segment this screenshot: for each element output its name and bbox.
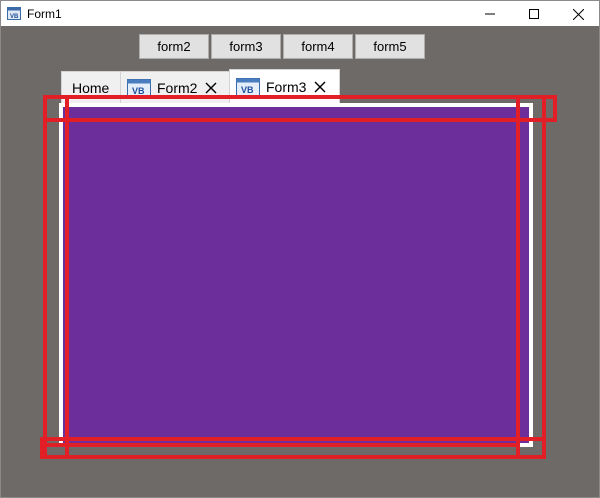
vb-form-icon: VB [7, 7, 21, 20]
form5-button[interactable]: form5 [355, 34, 425, 59]
vb-icon: VB [236, 78, 260, 96]
tab-label: Form2 [157, 80, 198, 96]
maximize-icon [529, 9, 539, 19]
tab-label: Form3 [266, 79, 307, 95]
form3-button[interactable]: form3 [211, 34, 281, 59]
minimize-icon [485, 13, 495, 15]
form2-button[interactable]: form2 [139, 34, 209, 59]
close-icon[interactable] [205, 82, 217, 94]
window-title: Form1 [27, 7, 62, 21]
form4-button[interactable]: form4 [283, 34, 353, 59]
svg-text:VB: VB [10, 14, 19, 20]
title-bar: VB Form1 [0, 0, 600, 26]
annotation-box [516, 95, 546, 459]
maximize-button[interactable] [511, 1, 557, 27]
close-icon[interactable] [314, 81, 326, 93]
annotation-box [43, 95, 520, 447]
minimize-button[interactable] [467, 1, 513, 27]
tab-label: Home [72, 80, 110, 96]
close-icon [572, 8, 584, 20]
svg-text:VB: VB [241, 85, 254, 95]
annotation-box [40, 437, 546, 459]
close-button[interactable] [555, 1, 600, 27]
